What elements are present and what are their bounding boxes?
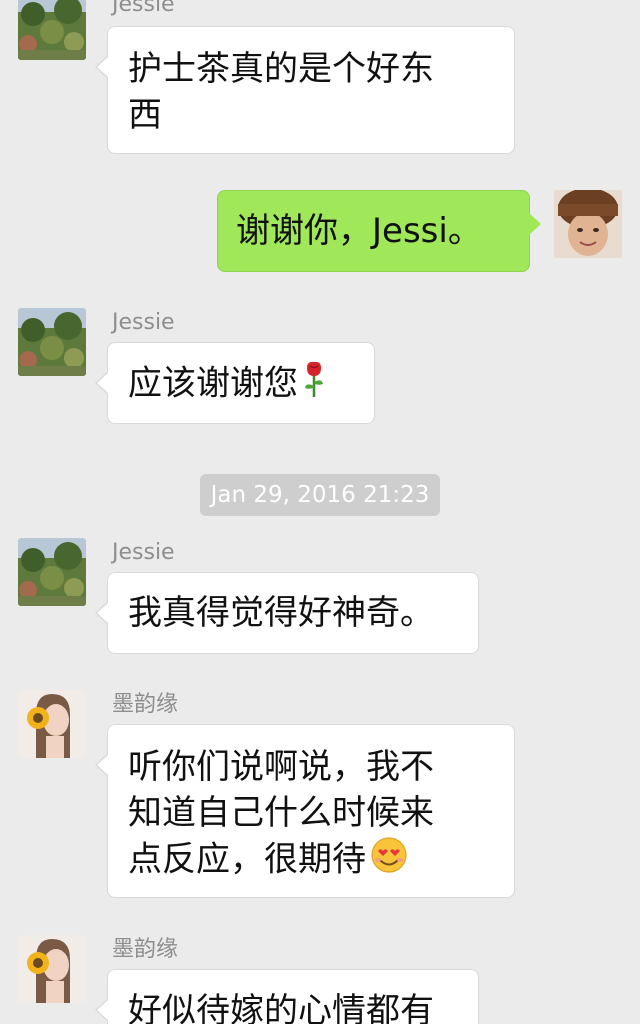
garden-avatar-icon — [18, 538, 86, 606]
sender-name: 墨韵缘 — [112, 937, 179, 962]
person-avatar-icon — [554, 190, 622, 258]
message-text-line: 知道自己什么时候来 — [128, 793, 434, 833]
message-bubble[interactable]: 我真得觉得好神奇。 — [95, 572, 479, 654]
chat-screen: Jessie 护士茶真的是个好东 西 谢谢你，Jessi。 Jessie 应该谢… — [0, 0, 640, 1024]
garden-avatar-icon — [18, 0, 86, 60]
message-bubble-outgoing[interactable]: 谢谢你，Jessi。 — [217, 190, 541, 272]
sender-name: Jessie — [112, 540, 175, 565]
timestamp-divider: Jan 29, 2016 21:23 — [200, 474, 440, 516]
message-text-line: 西 — [128, 95, 162, 135]
message-bubble[interactable]: 好似待嫁的心情都有 — [95, 969, 479, 1024]
sender-name: Jessie — [112, 310, 175, 335]
avatar-jessie[interactable] — [18, 0, 86, 60]
garden-avatar-icon — [18, 308, 86, 376]
avatar-moyunyuan[interactable] — [18, 935, 86, 1003]
message-text: 我真得觉得好神奇。 — [128, 593, 434, 633]
message-bubble[interactable]: 听你们说啊说，我不 知道自己什么时候来 点反应，很期待 — [95, 724, 515, 898]
message-text-line: 点反应，很期待 — [128, 839, 366, 880]
avatar-jessie[interactable] — [18, 538, 86, 606]
avatar-self[interactable] — [554, 190, 622, 258]
girl-sunflower-avatar-icon — [18, 690, 86, 758]
message-text: 应该谢谢您 — [128, 363, 298, 404]
rose-icon — [302, 360, 326, 410]
message-bubble[interactable]: 应该谢谢您 — [95, 342, 375, 424]
smiling-face-heart-eyes-icon — [370, 836, 408, 886]
message-text: 好似待嫁的心情都有 — [128, 991, 434, 1024]
sender-name: 墨韵缘 — [112, 692, 179, 717]
sender-name: Jessie — [112, 0, 175, 17]
avatar-jessie[interactable] — [18, 308, 86, 376]
message-text-line: 听你们说啊说，我不 — [128, 747, 434, 787]
avatar-moyunyuan[interactable] — [18, 690, 86, 758]
message-text-line: 护士茶真的是个好东 — [128, 49, 434, 89]
message-text: 谢谢你，Jessi。 — [236, 211, 482, 251]
girl-sunflower-avatar-icon — [18, 935, 86, 1003]
message-bubble[interactable]: 护士茶真的是个好东 西 — [95, 26, 515, 154]
